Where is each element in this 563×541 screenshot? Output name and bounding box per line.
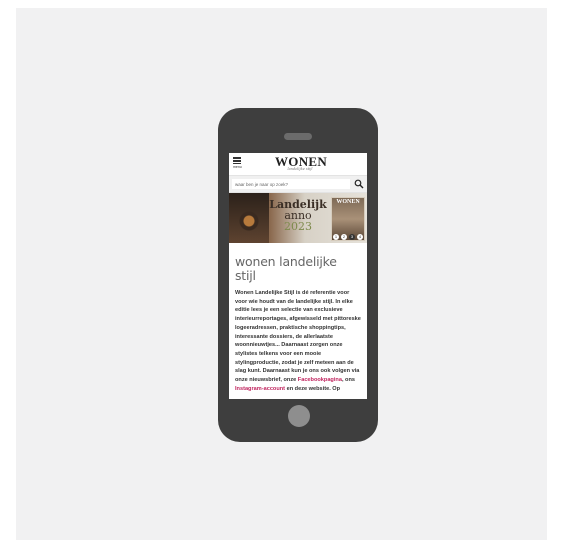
paragraph-text: en deze website. Op [285,385,341,392]
banner-headline: Landelijk anno 2023 [269,199,327,232]
banner-photo [229,193,269,243]
paragraph-text: , ons [341,377,355,384]
menu-button[interactable]: menu [233,156,245,172]
page-title: wonen landelijke stijl [235,254,337,283]
menu-label: menu [233,165,242,170]
facebook-link[interactable]: Facebookpagina [298,377,342,383]
slider-dot[interactable]: 2 [341,234,347,240]
phone-mockup: menu WONEN landelijke stijl Landelijk an… [218,108,378,442]
site-logo[interactable]: WONEN landelijke stijl [275,155,327,173]
phone-home-button[interactable] [288,405,310,427]
hero-banner[interactable]: Landelijk anno 2023 WONEN 1 2 3 4 [229,193,367,243]
slider-dot[interactable]: 1 [333,234,339,240]
instagram-link[interactable]: Instagram-account [235,386,285,392]
phone-screen: menu WONEN landelijke stijl Landelijk an… [229,153,367,399]
phone-speaker [284,133,312,140]
hamburger-menu-icon [233,157,241,159]
slider-dot-active[interactable]: 3 [349,234,355,240]
banner-line-3: 2023 [284,220,312,233]
main-content: wonen landelijke stijl Wonen Landelijke … [229,243,367,393]
site-header: menu WONEN landelijke stijl [229,153,367,175]
hamburger-bar [233,160,241,162]
search-bar [229,175,367,193]
slider-dot[interactable]: 4 [357,234,363,240]
hamburger-bar [233,162,241,165]
magazine-cover-title: WONEN [336,199,360,205]
paragraph-text: Wonen Landelijke Stijl is dé referentie … [235,290,361,384]
search-input[interactable] [232,179,350,189]
slider-dots: 1 2 3 4 [333,234,363,240]
intro-paragraph: Wonen Landelijke Stijl is dé referentie … [235,289,361,393]
search-icon[interactable] [354,179,364,189]
